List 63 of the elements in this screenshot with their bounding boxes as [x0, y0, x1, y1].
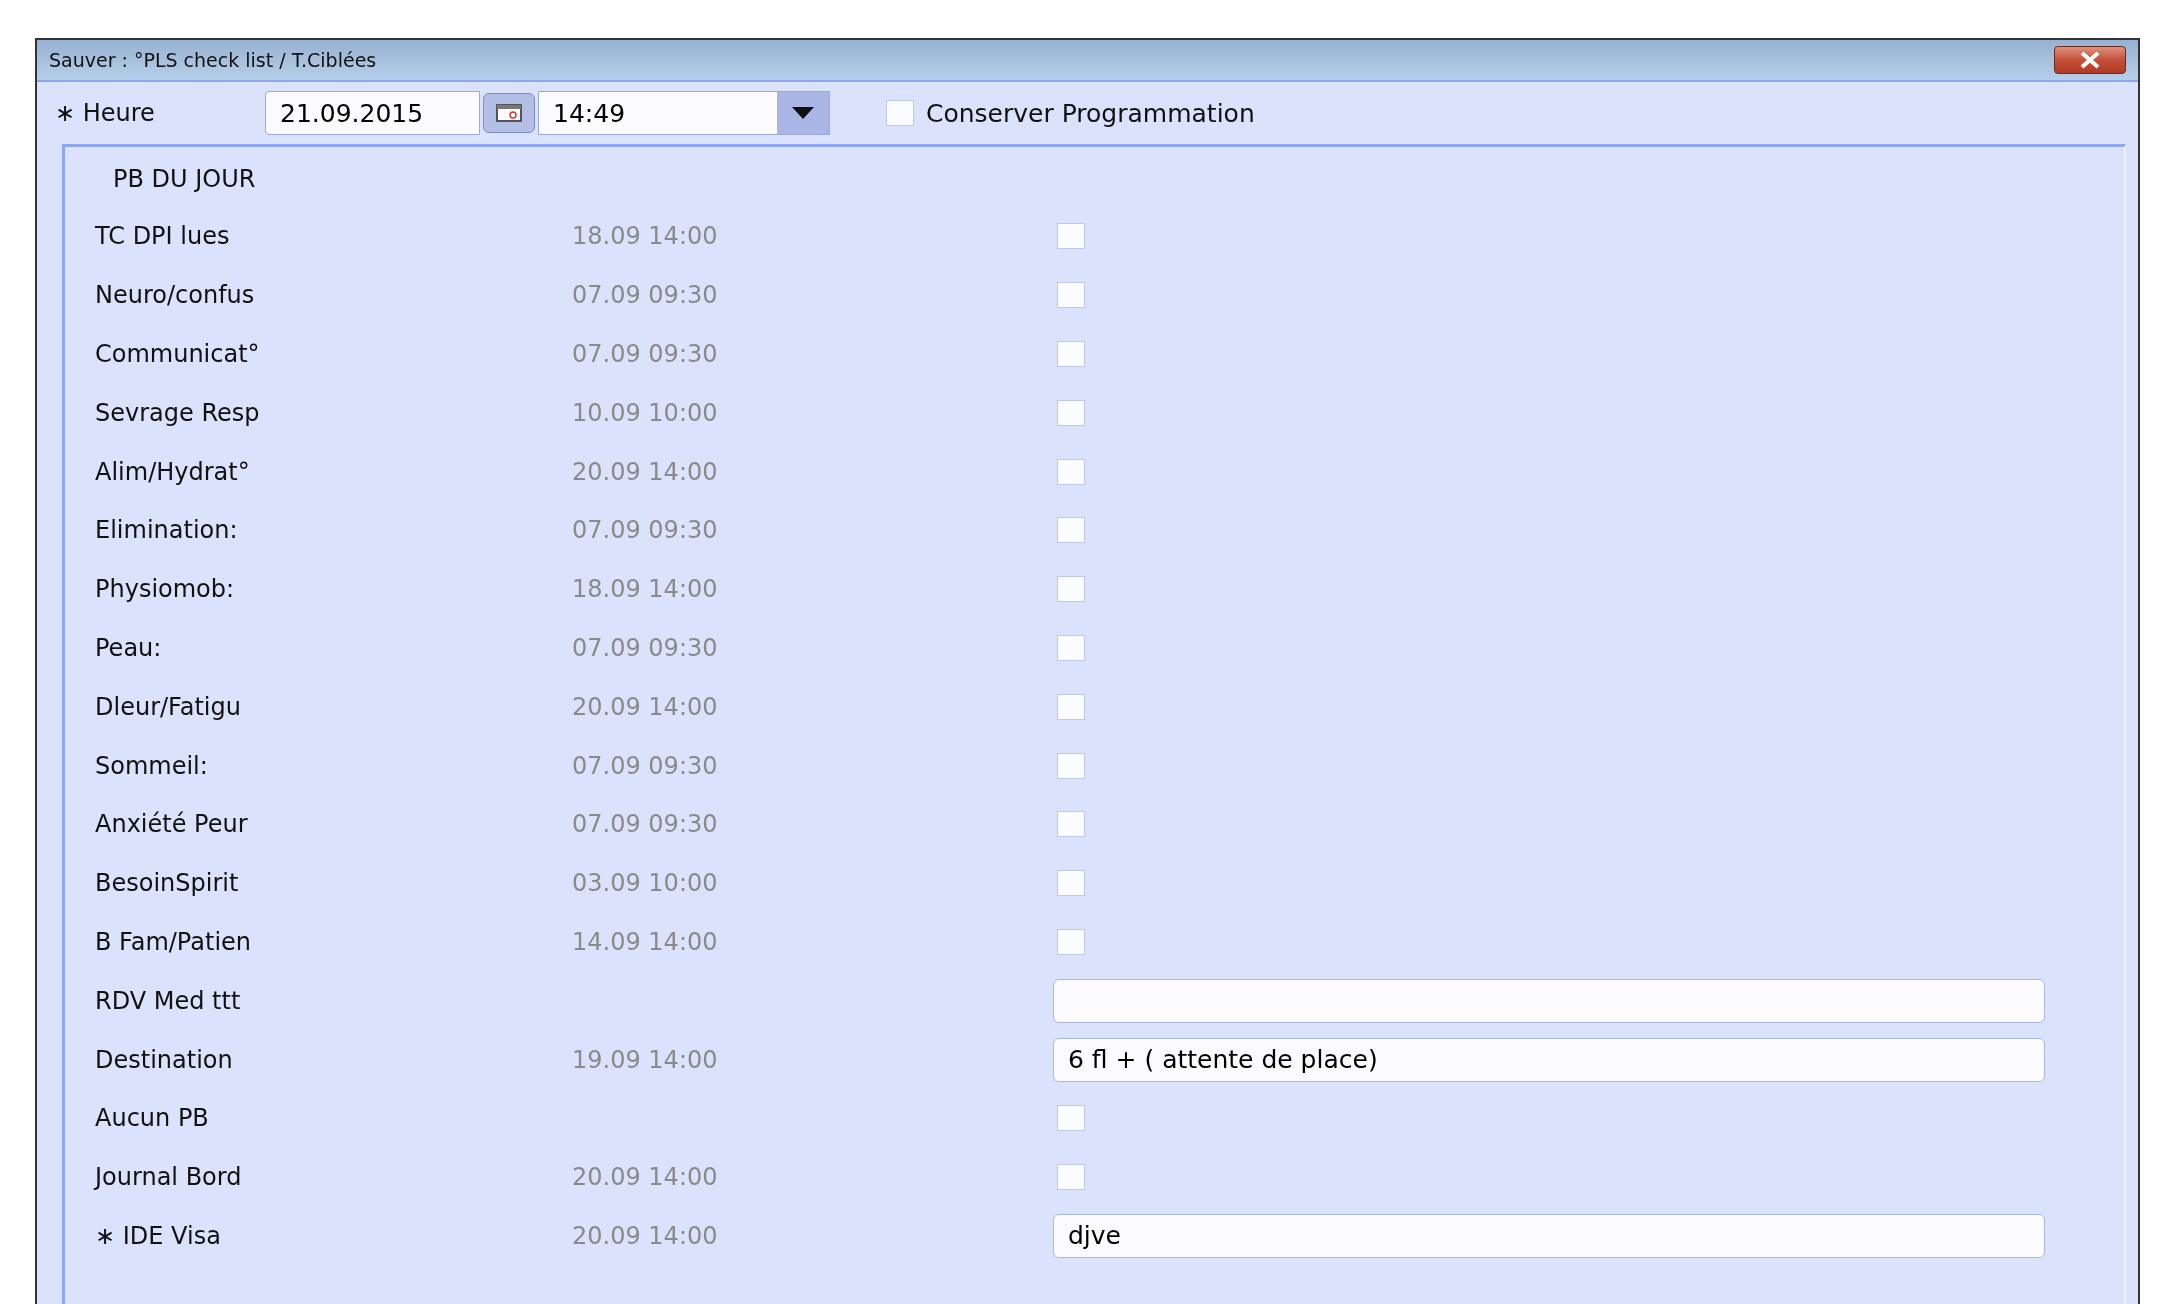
row-label: Peau: [95, 633, 163, 662]
row-date: 07.09 09:30 [572, 281, 718, 310]
row-label: Elimination: [95, 516, 239, 545]
text-field[interactable] [1053, 978, 2045, 1023]
checkbox[interactable] [1057, 693, 1085, 720]
checkbox[interactable] [886, 100, 914, 126]
checkbox[interactable] [1057, 517, 1085, 544]
row-label: RDV Med ttt [95, 986, 242, 1015]
checkbox[interactable] [1057, 634, 1085, 661]
checkbox-label: Conserver Programmation [926, 98, 1255, 128]
row-date: 19.09 14:00 [572, 1045, 718, 1074]
checkbox[interactable] [1057, 928, 1085, 955]
close-button[interactable] [2054, 46, 2126, 74]
row-label: Journal Bord [95, 1163, 243, 1192]
row-date: 07.09 09:30 [572, 340, 718, 368]
row-date: 18.09 14:00 [572, 575, 718, 604]
row-label: Aucun PB [95, 1104, 210, 1133]
row-date: 07.09 09:30 [572, 633, 718, 662]
row-date: 07.09 09:30 [572, 810, 718, 839]
row-date: 10.09 10:00 [572, 398, 718, 427]
row-label: B Fam/Patien [95, 927, 253, 956]
row-label: Alim/Hydrat° [95, 457, 251, 486]
row-label: ∗ IDE Visa [95, 1221, 222, 1250]
row-date: 07.09 09:30 [572, 751, 718, 780]
row-label: Communicat° [95, 340, 261, 368]
row-date: 07.09 09:30 [572, 516, 718, 545]
field-label: ∗ Heure [55, 99, 156, 127]
row-label: Destination [95, 1045, 234, 1074]
calendar-icon [496, 104, 522, 122]
checkbox[interactable] [1057, 811, 1085, 838]
row-date: 03.09 10:00 [572, 869, 718, 898]
row-date: 14.09 14:00 [572, 927, 718, 956]
text-field[interactable]: 6 fl + ( attente de place) [1053, 1037, 2045, 1082]
row-label: BesoinSpirit [95, 869, 240, 898]
row-date: 20.09 14:00 [572, 457, 718, 486]
row-label: Dleur/Fatigu [95, 692, 242, 721]
text-field[interactable]: djve [1053, 1213, 2045, 1258]
row-label: Physiomob: [95, 575, 236, 604]
checkbox[interactable] [1057, 341, 1085, 367]
checkbox[interactable] [1057, 458, 1085, 485]
checkbox[interactable] [1057, 282, 1085, 309]
window-title: Sauver : °PLS check list / T.Ciblées [49, 49, 377, 71]
checkbox[interactable] [1057, 223, 1085, 250]
checkbox[interactable] [1057, 576, 1085, 603]
checkbox[interactable] [1057, 752, 1085, 779]
checkbox[interactable] [1057, 399, 1085, 426]
row-label: Sommeil: [95, 751, 209, 780]
dropdown-arrow-icon [792, 107, 814, 119]
row-label: Anxiété Peur [95, 810, 249, 839]
row-label: Neuro/confus [95, 281, 256, 310]
row-date: 20.09 14:00 [572, 1221, 718, 1250]
section-title: PB DU JOUR [112, 165, 257, 195]
row-date: 20.09 14:00 [572, 1163, 718, 1192]
row-label: Sevrage Resp [95, 398, 261, 427]
time-dropdown[interactable]: 14:49 [538, 91, 830, 135]
checkbox[interactable] [1057, 870, 1085, 897]
row-date: 18.09 14:00 [572, 222, 718, 251]
checkbox[interactable] [1057, 1164, 1085, 1191]
date-field[interactable]: 21.09.2015 [265, 91, 480, 135]
row-label: TC DPI lues [95, 222, 231, 251]
checkbox[interactable] [1057, 1105, 1085, 1132]
calendar-button[interactable] [483, 93, 535, 133]
row-date: 20.09 14:00 [572, 692, 718, 721]
